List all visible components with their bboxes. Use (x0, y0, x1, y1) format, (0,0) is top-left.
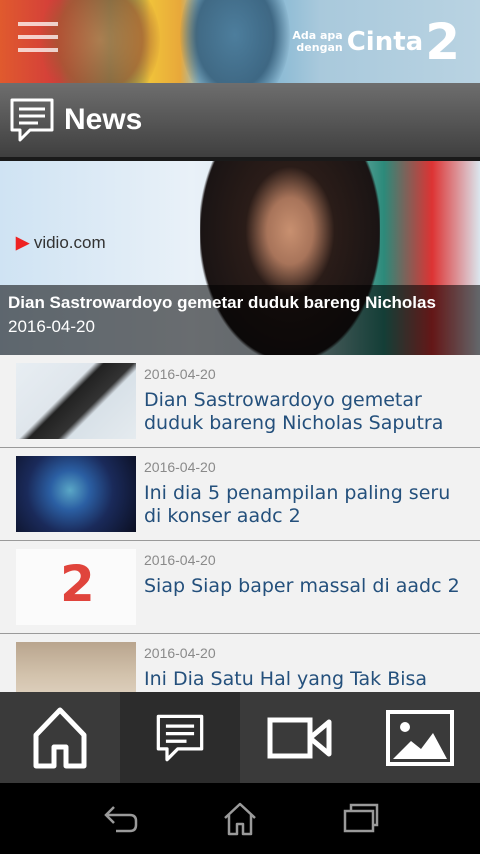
news-icon (156, 714, 204, 761)
featured-news-card[interactable]: ▶ vidio.com Dian Sastrowardoyo gemetar d… (0, 161, 480, 355)
tab-video[interactable] (240, 692, 360, 783)
news-date: 2016-04-20 (144, 459, 216, 475)
video-icon (267, 717, 332, 758)
app-logo: Ada apa dengan Cinta 2 (292, 12, 460, 72)
news-title: Ini Dia Satu Hal yang Tak Bisa (144, 668, 428, 690)
featured-title: Dian Sastrowardoyo gemetar duduk bareng … (8, 293, 436, 312)
tab-home[interactable] (0, 692, 120, 783)
banner-face-image (40, 0, 160, 83)
tab-news[interactable] (120, 692, 240, 783)
news-thumbnail (16, 456, 136, 532)
section-title: News (64, 103, 143, 136)
banner-face-image (180, 0, 290, 83)
featured-date: 2016-04-20 (8, 317, 95, 336)
news-thumbnail (16, 549, 136, 625)
list-item[interactable]: 2016-04-20 Dian Sastrowardoyo gemetar du… (0, 355, 480, 448)
tab-gallery[interactable] (360, 692, 480, 783)
news-list[interactable]: 2016-04-20 Dian Sastrowardoyo gemetar du… (0, 355, 480, 692)
news-icon (10, 98, 54, 142)
bottom-tab-bar (0, 692, 480, 783)
news-date: 2016-04-20 (144, 366, 216, 382)
top-banner: Ada apa dengan Cinta 2 (0, 0, 480, 83)
news-title: Dian Sastrowardoyo gemetar duduk bareng … (144, 389, 444, 434)
news-thumbnail (16, 642, 136, 692)
home-icon (33, 707, 87, 768)
news-title: Ini dia 5 penampilan paling seru di kons… (144, 482, 451, 527)
system-nav-bar (0, 783, 480, 854)
section-header: News (0, 83, 480, 157)
menu-icon[interactable] (18, 22, 58, 58)
recents-icon[interactable] (342, 801, 380, 835)
home-icon[interactable] (222, 801, 258, 837)
logo-text-line2: dengan (296, 41, 343, 54)
back-icon[interactable] (102, 801, 140, 835)
news-title: Siap Siap baper massal di aadc 2 (144, 575, 460, 597)
list-item[interactable]: 2016-04-20 Ini dia 5 penampilan paling s… (0, 448, 480, 541)
logo-text-main: Cinta (346, 27, 424, 57)
logo-number: 2 (425, 13, 460, 71)
list-item[interactable]: 2016-04-20 Siap Siap baper massal di aad… (0, 541, 480, 634)
list-item[interactable]: 2016-04-20 Ini Dia Satu Hal yang Tak Bis… (0, 634, 480, 692)
news-thumbnail (16, 363, 136, 439)
featured-image-brand: ▶ vidio.com (16, 233, 106, 252)
featured-caption: Dian Sastrowardoyo gemetar duduk bareng … (0, 285, 480, 355)
news-date: 2016-04-20 (144, 645, 216, 661)
gallery-icon (386, 709, 454, 766)
news-date: 2016-04-20 (144, 552, 216, 568)
